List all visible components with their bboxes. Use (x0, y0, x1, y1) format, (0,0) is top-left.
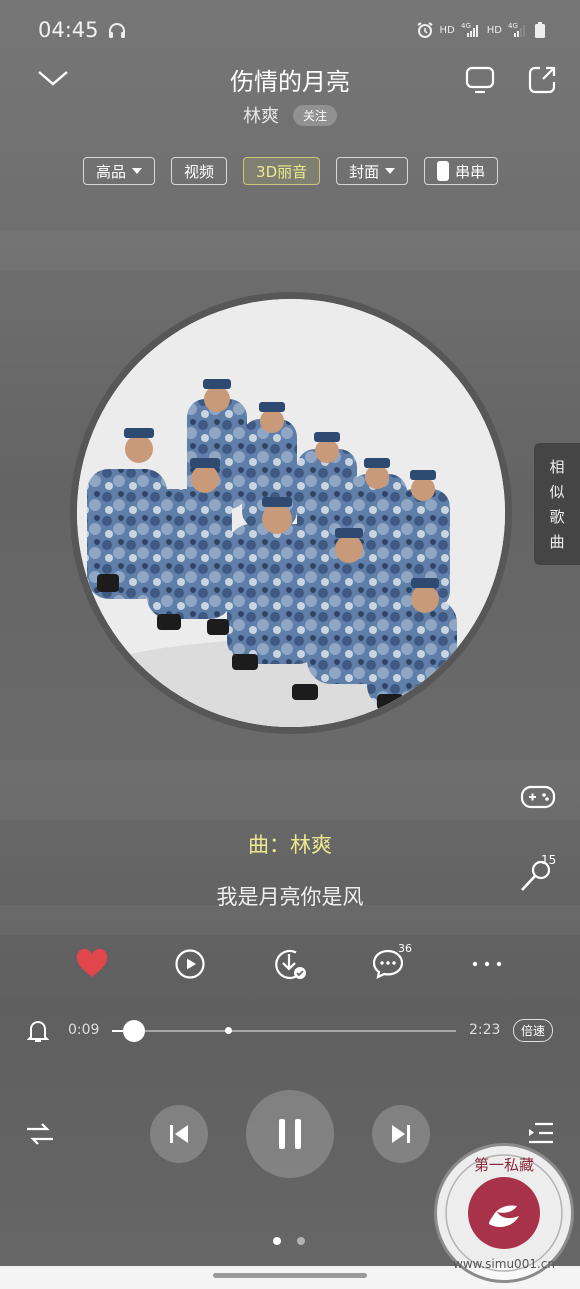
artist-row: 林爽 关注 (0, 102, 580, 128)
network-type-2: HD (486, 24, 502, 36)
current-time: 0:09 (68, 1022, 100, 1038)
similar-char-4: 曲 (549, 533, 565, 551)
cover-label: 封面 (349, 162, 380, 181)
quality-label: 高品 (96, 162, 127, 181)
similar-char-3: 歌 (549, 508, 565, 526)
share-icon[interactable] (526, 64, 558, 96)
next-button[interactable] (372, 1105, 430, 1163)
audio3d-chip[interactable]: 3D丽音 (243, 157, 321, 185)
bell-icon[interactable] (27, 1018, 49, 1044)
playlist-icon[interactable] (527, 1121, 555, 1147)
network-type-1: HD (439, 24, 455, 36)
svg-text:4G: 4G (461, 22, 471, 30)
album-disc[interactable] (70, 292, 512, 734)
player-header: 伤情的月亮 (0, 60, 580, 100)
seek-bar-knob[interactable] (122, 1020, 145, 1042)
follow-button[interactable]: 关注 (292, 104, 337, 126)
comments-button[interactable]: 36 (368, 942, 412, 984)
similar-char-2: 似 (549, 483, 565, 501)
option-chips: 高品 视频 3D丽音 封面 串串 (83, 157, 499, 185)
status-bar: 04:45 HD 4G HD 4G (38, 14, 546, 46)
chuanchuan-label: 串串 (455, 162, 486, 181)
pause-button[interactable] (246, 1090, 334, 1178)
action-row: 36 (70, 942, 520, 984)
download-done-icon (275, 949, 306, 980)
headphones-icon (108, 23, 125, 38)
download-button[interactable] (270, 944, 310, 984)
more-dots-icon (472, 961, 502, 967)
cover-chip[interactable]: 封面 (336, 157, 409, 185)
album-artwork-image (77, 299, 505, 727)
previous-track-icon (170, 1125, 188, 1143)
playback-speed-button[interactable]: 倍速 (513, 1019, 554, 1042)
lyric-credit: 曲：林爽 (248, 833, 332, 857)
quality-chip[interactable]: 高品 (83, 157, 156, 185)
svg-text:www.simu001.cn: www.simu001.cn (453, 1257, 555, 1271)
video-chip[interactable]: 视频 (171, 157, 228, 185)
mv-play-button[interactable] (170, 944, 210, 984)
next-track-icon (392, 1125, 410, 1143)
svg-text:第一私藏: 第一私藏 (474, 1156, 534, 1174)
artist-name[interactable]: 林爽 (243, 102, 279, 128)
page-indicator (273, 1237, 305, 1245)
seek-bar[interactable] (112, 1020, 456, 1042)
chuanchuan-chip[interactable]: 串串 (424, 157, 499, 185)
heart-icon (76, 949, 108, 977)
play-circle-icon (175, 949, 205, 979)
page-dot-1[interactable] (273, 1237, 281, 1245)
battery-icon (535, 22, 545, 38)
lyric-line[interactable]: 我是月亮你是风 (0, 881, 580, 911)
audio3d-label: 3D丽音 (256, 162, 308, 181)
svg-text:4G: 4G (508, 22, 518, 30)
alarm-icon (416, 22, 433, 38)
watermark-stamp: 第一私藏 www.simu001.cn (434, 1143, 574, 1283)
home-indicator[interactable] (213, 1273, 367, 1278)
like-button[interactable] (72, 944, 112, 984)
comment-count: 36 (398, 942, 412, 955)
page-dot-2[interactable] (297, 1237, 305, 1245)
status-time: 04:45 (38, 18, 99, 42)
caret-down-icon (132, 168, 143, 174)
total-time: 2:23 (469, 1022, 501, 1038)
similar-char-1: 相 (549, 458, 565, 476)
tv-cast-icon[interactable] (464, 64, 496, 96)
seek-bar-buffer-marker (224, 1027, 232, 1034)
signal-icon: 4G (461, 22, 478, 37)
toggle-icon (437, 161, 450, 181)
previous-button[interactable] (150, 1105, 208, 1163)
album-cover (77, 299, 505, 727)
shuffle-mode-icon[interactable] (25, 1119, 55, 1149)
progress-row: 0:09 2:23 倍速 (0, 1014, 580, 1048)
caret-down-icon (385, 168, 396, 174)
watermark-logo: 第一私藏 www.simu001.cn (445, 1154, 563, 1272)
status-time-group: 04:45 (38, 18, 127, 42)
signal-icon-2: 4G (508, 22, 525, 37)
more-button[interactable] (467, 944, 507, 984)
system-icons: HD 4G HD 4G (416, 21, 546, 39)
gamepad-icon[interactable] (519, 778, 557, 816)
similar-songs-tab[interactable]: 相 似 歌 曲 (534, 443, 580, 565)
video-label: 视频 (184, 162, 215, 181)
pause-icon (279, 1119, 301, 1149)
